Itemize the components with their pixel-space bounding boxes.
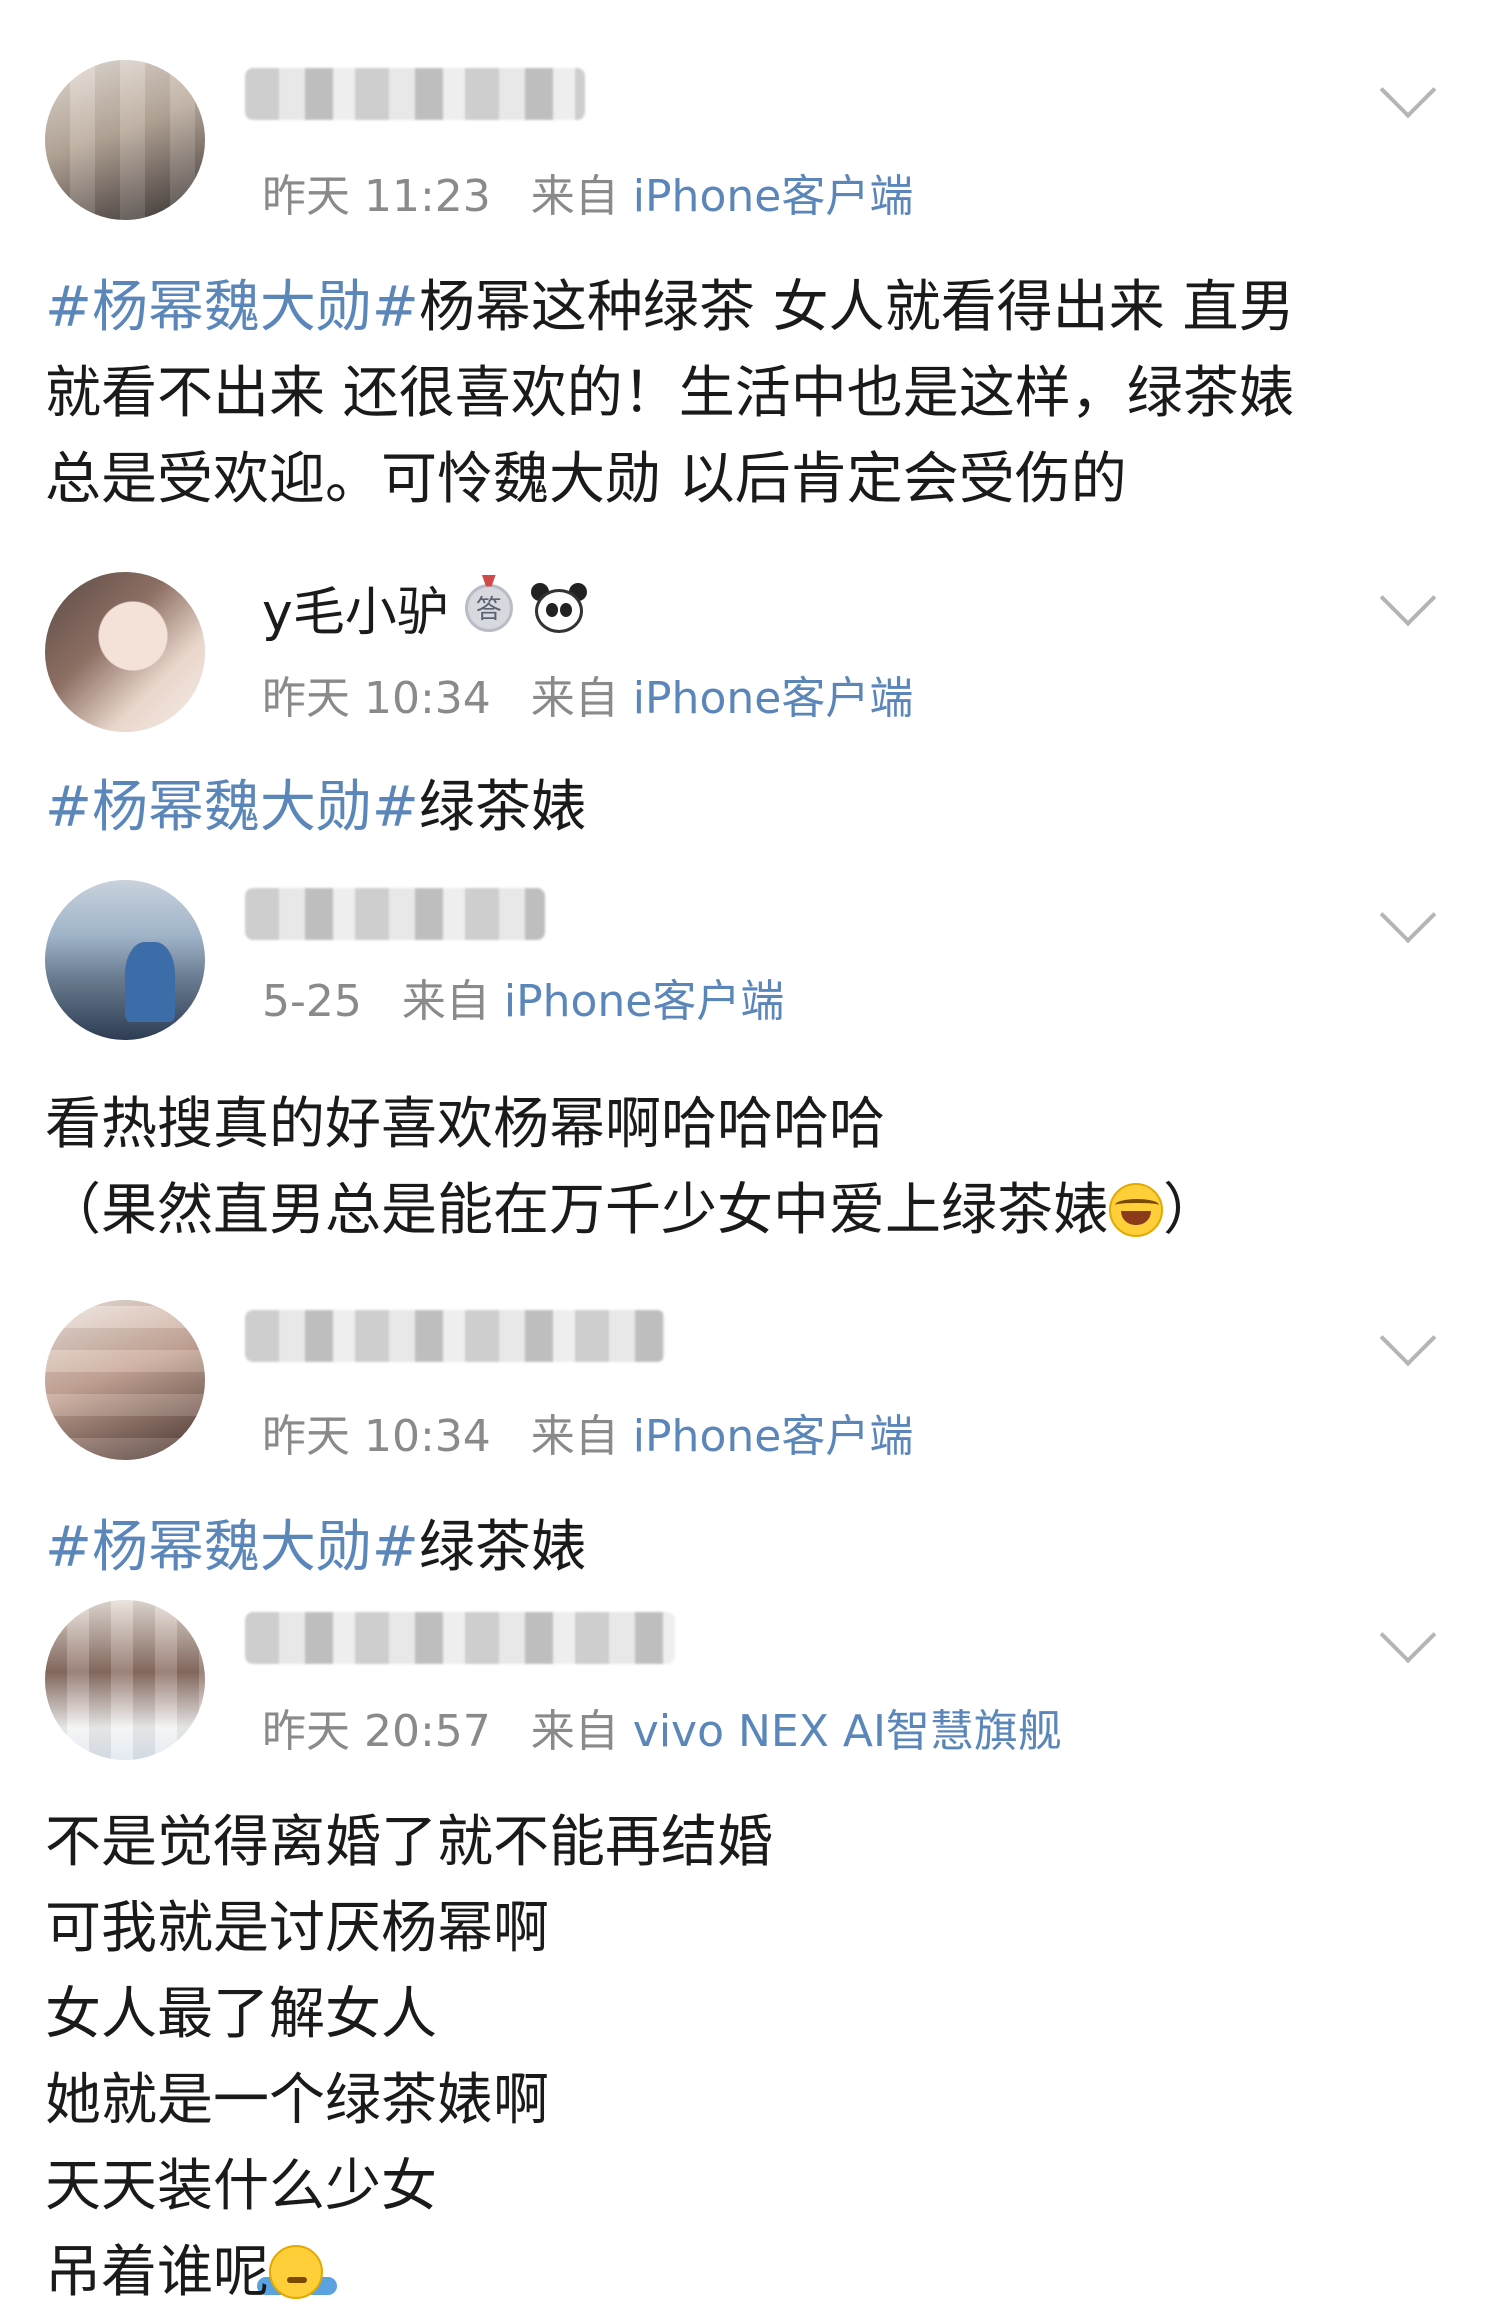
hashtag[interactable]: #杨幂魏大勋# [45,275,419,340]
chevron-down-icon[interactable] [1379,1309,1437,1367]
comment-from: 来自 [530,673,619,724]
comment-time: 昨天 10:34 [262,673,491,724]
comment-source[interactable]: iPhone客户端 [633,673,914,724]
comment-source[interactable]: iPhone客户端 [504,976,785,1027]
comment-meta: 昨天 10:34 来自 iPhone客户端 [262,662,913,726]
comment-text: 不是觉得离婚了就不能再结婚 可我就是讨厌杨幂啊 女人最了解女人 她就是一个绿茶婊… [45,1810,773,2305]
username-blurred[interactable] [245,1310,665,1362]
comment-time: 昨天 20:57 [262,1706,491,1757]
laugh-cry-emoji [1109,1183,1163,1237]
username-blurred[interactable] [245,68,585,120]
avatar[interactable] [45,572,205,732]
comment-source[interactable]: iPhone客户端 [633,171,914,222]
comment-meta: 昨天 11:23 来自 iPhone客户端 [262,160,913,224]
comment-from: 来自 [530,1706,619,1757]
username-blurred[interactable] [245,1612,675,1664]
comment-time: 5-25 [262,976,362,1027]
username-blurred[interactable] [245,888,545,940]
chevron-down-icon[interactable] [1379,569,1437,627]
comment-time: 昨天 11:23 [262,171,491,222]
comment-source[interactable]: vivo NEX AI智慧旗舰 [633,1706,1062,1757]
comment-text: #杨幂魏大勋#绿茶婊 [45,1515,587,1580]
comment-from: 来自 [530,171,619,222]
hashtag[interactable]: #杨幂魏大勋# [45,1515,419,1580]
answer-medal-icon: 答 [464,583,513,632]
comment-meta: 昨天 20:57 来自 vivo NEX AI智慧旗舰 [262,1695,1062,1759]
avatar[interactable] [45,1300,205,1460]
avatar[interactable] [45,880,205,1040]
chevron-down-icon[interactable] [1379,61,1437,119]
username[interactable]: y毛小驴 答 [262,570,589,645]
comment-from: 来自 [401,976,490,1027]
avatar[interactable] [45,1600,205,1760]
chevron-down-icon[interactable] [1379,886,1437,944]
avatar[interactable] [45,60,205,220]
comment-time: 昨天 10:34 [262,1411,491,1462]
comment-text: 看热搜真的好喜欢杨幂啊哈哈哈哈 （果然直男总是能在万千少女中爱上绿茶婊） [45,1092,1219,1243]
hashtag[interactable]: #杨幂魏大勋# [45,775,419,840]
comment-text: #杨幂魏大勋#杨幂这种绿茶 女人就看得出来 直男 就看不出来 还很喜欢的！生活中… [45,275,1295,512]
chevron-down-icon[interactable] [1379,1606,1437,1664]
comment-source[interactable]: iPhone客户端 [633,1411,914,1462]
comment-text: #杨幂魏大勋#绿茶婊 [45,775,587,840]
panda-icon [529,581,589,635]
shrug-emoji [257,2245,337,2299]
comment-meta: 5-25 来自 iPhone客户端 [262,965,784,1029]
comment-from: 来自 [530,1411,619,1462]
comment-meta: 昨天 10:34 来自 iPhone客户端 [262,1400,913,1464]
